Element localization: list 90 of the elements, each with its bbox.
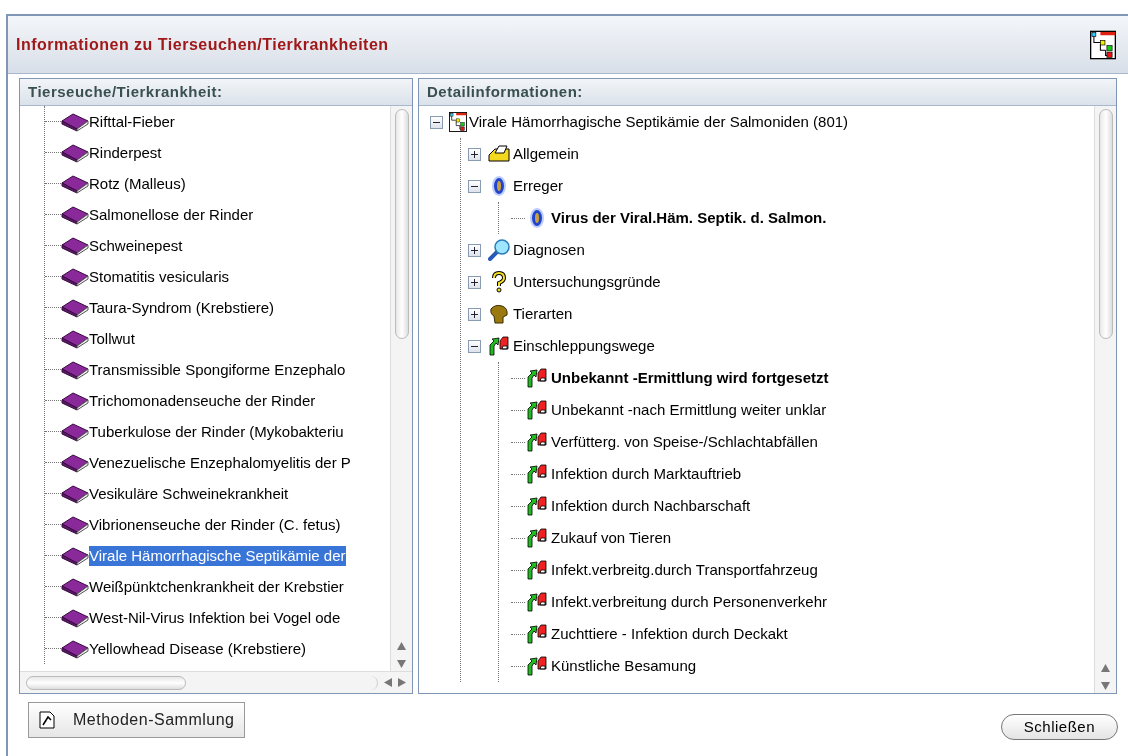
tree-node-label[interactable]: Allgemein [513, 142, 579, 166]
disease-item[interactable]: Rotz (Malleus) [89, 173, 186, 194]
disease-item[interactable]: Vesikuläre Schweinekrankheit [89, 483, 289, 504]
expand-toggle[interactable] [467, 243, 481, 257]
horizontal-scrollbar[interactable] [20, 671, 412, 693]
tree-node-label[interactable]: Virus der Viral.Häm. Septik. d. Salmon. [551, 206, 827, 230]
book-icon [61, 111, 89, 132]
scroll-left-arrow-icon[interactable] [384, 678, 392, 687]
book-icon [61, 421, 89, 442]
disease-item[interactable]: Stomatitis vesicularis [89, 266, 230, 287]
tree-node-label[interactable]: Zuchttiere - Infektion durch Deckakt [551, 622, 788, 646]
book-icon [61, 576, 89, 597]
disease-item[interactable]: Schweinepest [89, 235, 183, 256]
magnifier-icon [487, 239, 511, 261]
arrows-icon [525, 655, 549, 677]
tree-node-label[interactable]: Diagnosen [513, 238, 585, 262]
tree-node-label[interactable]: Künstliche Besamung [551, 654, 697, 678]
collapse-toggle[interactable] [429, 115, 443, 129]
arrows-icon [525, 527, 549, 549]
disease-item[interactable]: Tuberkulose der Rinder (Mykobakteriu [89, 421, 344, 442]
disease-item[interactable]: Salmonellose der Rinder [89, 204, 254, 225]
disease-item[interactable]: Taura-Syndrom (Krebstiere) [89, 297, 275, 318]
arrows-icon [525, 591, 549, 613]
disease-item[interactable]: Weißpünktchenkrankheit der Krebstier [89, 576, 344, 597]
vertical-scrollbar[interactable] [390, 106, 412, 671]
book-icon [61, 638, 89, 659]
arrows-icon [525, 431, 549, 453]
disease-item[interactable]: Yellowhead Disease (Krebstiere) [89, 638, 307, 659]
tree-node-label[interactable]: Infekt.verbreitg.durch Transportfahrzeug [551, 558, 818, 582]
arrows-icon [525, 495, 549, 517]
tree-node-label[interactable]: Tierarten [513, 302, 573, 326]
scroll-right-arrow-icon[interactable] [398, 678, 406, 687]
book-icon [61, 483, 89, 504]
arrows-icon [525, 399, 549, 421]
arrows-icon [525, 463, 549, 485]
tree-node-label[interactable]: Infektion durch Nachbarschaft [551, 494, 751, 518]
disease-item[interactable]: Tollwut [89, 328, 135, 349]
hierarchy-icon [449, 111, 467, 133]
arrows-icon [525, 367, 549, 389]
book-icon [61, 297, 89, 318]
disease-item[interactable]: Rifttal-Fieber [89, 111, 175, 132]
tree-node-label[interactable]: Zukauf von Tieren [551, 526, 672, 550]
inbox-tray-icon [487, 143, 511, 165]
book-icon [61, 142, 89, 163]
book-icon [61, 266, 89, 287]
tree-node-label[interactable]: Infektion durch Marktauftrieb [551, 462, 742, 486]
collapse-toggle[interactable] [467, 179, 481, 193]
tree-node-label[interactable]: Unbekannt -Ermittlung wird fortgesetzt [551, 366, 829, 390]
tree-node-label[interactable]: Untersuchungsgründe [513, 270, 661, 294]
disease-item[interactable]: Transmissible Spongiforme Enzephalo [89, 359, 346, 380]
expand-toggle[interactable] [467, 275, 481, 289]
window-title: Informationen zu Tierseuchen/Tierkrankheiten [16, 34, 389, 55]
tree-node-label[interactable]: Virale Hämorrhagische Septikämie der Salmoniden (801) [469, 110, 849, 134]
tree-node-label[interactable]: Verfütterg. von Speise-/Schlachtabfällen [551, 430, 818, 454]
document-icon [39, 711, 55, 729]
collapse-toggle[interactable] [467, 339, 481, 353]
book-icon [61, 359, 89, 380]
vertical-scrollbar[interactable] [1094, 106, 1116, 693]
scroll-down-arrow-icon[interactable] [1101, 682, 1110, 690]
book-icon [61, 545, 89, 566]
tree-node-label[interactable]: Einschleppungswege [513, 334, 655, 358]
expand-toggle[interactable] [467, 307, 481, 321]
disease-item[interactable]: Trichomonadenseuche der Rinder [89, 390, 316, 411]
panel-heading: Detailinformationen: [427, 81, 583, 102]
close-button[interactable]: Schließen [1000, 714, 1118, 740]
scroll-up-arrow-icon[interactable] [1101, 664, 1110, 672]
book-icon [61, 514, 89, 535]
arrows-icon [525, 559, 549, 581]
disease-item[interactable]: West-Nil-Virus Infektion bei Vogel ode [89, 607, 341, 628]
scroll-up-arrow-icon[interactable] [397, 642, 406, 650]
book-icon [61, 173, 89, 194]
panel-heading: Tierseuche/Tierkrankheit: [28, 81, 223, 102]
book-icon [61, 390, 89, 411]
scroll-down-arrow-icon[interactable] [397, 660, 406, 668]
book-icon [61, 204, 89, 225]
disease-item[interactable]: Vibrionenseuche der Rinder (C. fetus) [89, 514, 341, 535]
book-icon [61, 328, 89, 349]
expand-toggle[interactable] [467, 147, 481, 161]
methods-button[interactable]: Methoden-Sammlung [28, 702, 246, 738]
disease-item[interactable]: Virale Hämorrhagische Septikämie der [89, 545, 346, 566]
book-icon [61, 607, 89, 628]
tree-node-label[interactable]: Unbekannt -nach Ermittlung weiter unklar [551, 398, 827, 422]
arrows-icon [487, 335, 511, 357]
tree-node-label[interactable]: Infekt.verbreitung durch Personenverkehr [551, 590, 827, 614]
book-icon [61, 235, 89, 256]
disease-item[interactable]: Rinderpest [89, 142, 162, 163]
disease-item[interactable]: Venezuelische Enzephalomyelitis der P [89, 452, 351, 473]
book-icon [61, 452, 89, 473]
tree-node-label[interactable]: Erreger [513, 174, 564, 198]
arrows-icon [525, 623, 549, 645]
